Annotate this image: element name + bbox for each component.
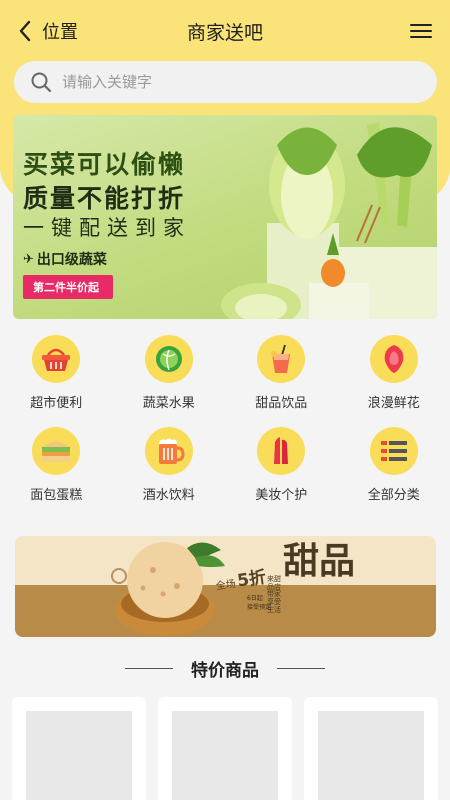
dessert-side-text: 来甜品店带家享受生活 <box>267 575 281 614</box>
divider-line <box>125 668 173 669</box>
chevron-left-icon <box>18 19 38 43</box>
product-card[interactable] <box>158 697 292 800</box>
vegetables-illustration <box>221 123 437 319</box>
category-all[interactable]: 全部分类 <box>338 427 450 503</box>
category-supermarket[interactable]: 超市便利 <box>0 335 113 411</box>
basket-icon <box>32 335 81 383</box>
beer-icon <box>144 427 193 475</box>
cabbage-icon <box>144 335 193 383</box>
category-label: 蔬菜水果 <box>142 396 195 411</box>
category-flowers[interactable]: 浪漫鲜花 <box>338 335 450 411</box>
flower-icon <box>369 335 418 383</box>
category-label: 面包蛋糕 <box>30 488 83 503</box>
section-header: 特价商品 <box>0 656 450 681</box>
category-label: 全部分类 <box>367 488 420 503</box>
promo-banner[interactable]: 买菜可以偷懒 质量不能打折 一键配送到家 ✈ 出口级蔬菜 第二件半价起 <box>13 115 437 319</box>
category-desserts-drinks[interactable]: 甜品饮品 <box>225 335 338 411</box>
search-icon <box>30 71 52 93</box>
banner-headline-2: 质量不能打折 <box>23 184 186 213</box>
airplane-icon: ✈ <box>23 251 34 267</box>
drink-icon <box>257 335 306 383</box>
product-image-placeholder <box>26 711 132 800</box>
category-beauty-care[interactable]: 美妆个护 <box>225 427 338 503</box>
sale-value: 5折 <box>235 567 268 592</box>
dessert-banner-title: 甜品 <box>283 541 356 582</box>
category-label: 浪漫鲜花 <box>367 396 420 411</box>
location-label: 位置 <box>42 22 78 43</box>
category-label: 超市便利 <box>30 396 83 411</box>
ice-cream-illustration <box>111 542 225 636</box>
sale-prefix: 全场 <box>215 578 237 593</box>
category-label: 美妆个护 <box>255 488 308 503</box>
section-title: 特价商品 <box>191 661 259 681</box>
product-list <box>12 697 438 800</box>
banner-headline-3: 一键配送到家 <box>23 216 191 240</box>
sandwich-icon <box>32 427 81 475</box>
product-image-placeholder <box>172 711 278 800</box>
search-bar[interactable] <box>14 61 437 103</box>
search-input[interactable] <box>62 73 402 91</box>
list-icon <box>369 427 418 475</box>
product-card[interactable] <box>12 697 146 800</box>
product-card[interactable] <box>304 697 438 800</box>
category-alcohol-beverages[interactable]: 酒水饮料 <box>113 427 226 503</box>
divider-line <box>277 668 325 669</box>
category-label: 甜品饮品 <box>255 396 308 411</box>
top-nav-bar: 位置 商家送吧 <box>0 0 450 62</box>
banner-discount-badge: 第二件半价起 <box>23 275 113 299</box>
category-label: 酒水饮料 <box>142 488 195 503</box>
banner-tag-label: 出口级蔬菜 <box>36 252 107 268</box>
product-image-placeholder <box>318 711 424 800</box>
category-grid: 超市便利 蔬菜水果 甜品饮品 浪漫鲜花 面包蛋糕 酒水饮料 美妆个护 全部分类 <box>0 335 450 503</box>
category-bread-cake[interactable]: 面包蛋糕 <box>0 427 113 503</box>
menu-icon[interactable] <box>410 21 432 41</box>
location-back-button[interactable]: 位置 <box>18 18 78 44</box>
dessert-banner[interactable]: 全场 5折 6日起 接受预定 来甜品店带家享受生活 甜品 <box>15 536 436 637</box>
banner-headline-1: 买菜可以偷懒 <box>23 150 186 179</box>
category-vegetables-fruits[interactable]: 蔬菜水果 <box>113 335 226 411</box>
lipstick-icon <box>257 427 306 475</box>
banner-tag: ✈ 出口级蔬菜 <box>23 249 107 269</box>
